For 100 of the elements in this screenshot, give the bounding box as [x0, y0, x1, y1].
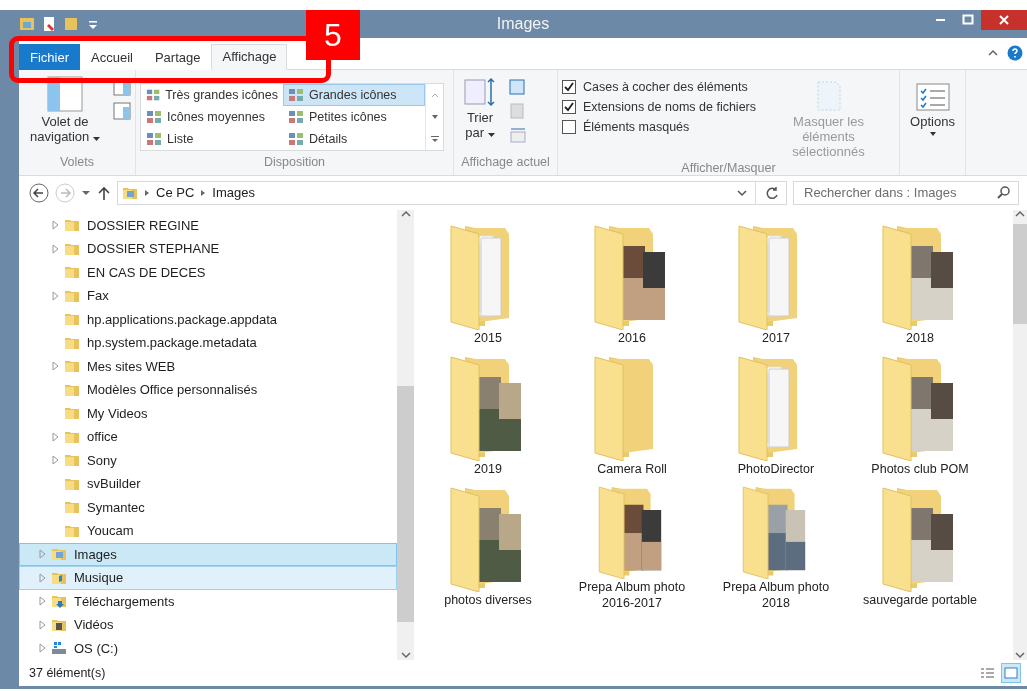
layout-option[interactable]: Détails [283, 127, 425, 150]
tree-item[interactable]: office [19, 425, 397, 449]
folder-name: Camera Roll [596, 460, 668, 477]
checkbox[interactable] [562, 119, 576, 134]
navigation-pane-button[interactable]: Volet de navigation [23, 73, 107, 155]
options-button[interactable]: Options [904, 73, 961, 139]
group-label: Afficher/Masquer [680, 160, 777, 175]
pictures-folder-icon [51, 546, 67, 563]
tree-item[interactable]: Téléchargements [19, 589, 397, 613]
scroll-down-icon [1015, 650, 1025, 660]
folder-name: 2019 [473, 460, 503, 477]
tree-item[interactable]: Vidéos [19, 613, 397, 637]
folder-icon [64, 264, 80, 281]
layout-option[interactable]: Icônes moyennes [141, 105, 283, 128]
expand-arrow-icon [51, 455, 59, 466]
check-icon [563, 100, 575, 113]
scroll-thumb[interactable] [1013, 223, 1027, 324]
tree-item[interactable]: DOSSIER REGINE [19, 213, 397, 237]
option-checkbox[interactable]: Extensions de noms de fichiers [562, 99, 756, 114]
group-label: Affichage actuel [460, 154, 551, 171]
expand-arrow-icon [38, 643, 46, 654]
close-button[interactable] [981, 10, 1027, 30]
file-menu-tab[interactable]: Fichier [19, 43, 80, 70]
sort-by-button[interactable]: Trier par [458, 73, 502, 155]
tree-item[interactable]: Musique [19, 566, 397, 590]
chevron-down-icon [737, 188, 747, 197]
tree-item[interactable]: DOSSIER STEPHANE [19, 237, 397, 261]
large-icons-view-icon [1003, 666, 1019, 680]
expand-arrow-icon [38, 596, 46, 607]
scroll-thumb[interactable] [397, 385, 414, 622]
group-label: Disposition [262, 154, 327, 171]
details-pane-icon [113, 101, 131, 120]
tree-item[interactable]: Modèles Office personnalisés [19, 378, 397, 402]
tree-item[interactable]: Fax [19, 284, 397, 308]
tree-item[interactable]: hp.system.package.metadata [19, 331, 397, 355]
more-icon [430, 134, 439, 143]
group-label: Volets [58, 154, 96, 171]
search-field[interactable]: Rechercher dans : Images [793, 180, 1019, 205]
caret-icon [92, 136, 100, 141]
forward-icon [55, 182, 75, 203]
minimize-icon [936, 19, 945, 21]
layout-option[interactable]: Liste [141, 127, 283, 150]
folder-name: Photos club POM [870, 460, 970, 477]
checkbox[interactable] [562, 79, 576, 94]
folder-name: Prepa Album photo 2018 [721, 578, 831, 611]
caret-icon [928, 130, 937, 137]
folder-name: 2017 [761, 329, 791, 346]
hide-page-icon [814, 79, 843, 112]
downloads-folder-icon [51, 593, 67, 610]
refresh-icon [764, 185, 778, 200]
expand-arrow-icon [51, 431, 59, 442]
up-button[interactable] [97, 184, 111, 201]
address-field[interactable]: Ce PC Images [117, 180, 787, 205]
tree-item[interactable]: OS (C:) [19, 636, 397, 660]
layout-option[interactable]: Grandes icônes [283, 83, 425, 106]
tree-item[interactable]: Images [19, 542, 397, 566]
breadcrumb[interactable]: Ce PC [156, 185, 195, 200]
check-icon [563, 80, 575, 93]
details-view-icon [979, 666, 995, 680]
tree-item[interactable]: Mes sites WEB [19, 354, 397, 378]
expand-arrow-icon [51, 243, 59, 254]
forward-button[interactable] [55, 182, 75, 203]
tree-item[interactable]: Sony [19, 448, 397, 472]
up-arrow-icon [97, 184, 111, 201]
breadcrumb[interactable]: Images [212, 185, 255, 200]
caret-icon [81, 188, 91, 197]
folder-icon [64, 358, 80, 375]
back-icon [29, 182, 49, 203]
tree-item[interactable]: hp.applications.package.appdata [19, 307, 397, 331]
tree-item[interactable]: EN CAS DE DECES [19, 260, 397, 284]
tree-item[interactable]: svBuilder [19, 472, 397, 496]
checkbox[interactable] [562, 99, 576, 114]
view-icon [146, 130, 162, 147]
option-checkbox[interactable]: Cases à cocher des éléments [562, 79, 756, 94]
scrollbar[interactable] [397, 209, 414, 660]
search-icon [997, 186, 1010, 199]
tree-item[interactable]: My Videos [19, 401, 397, 425]
help-icon [1007, 44, 1023, 61]
scrollbar[interactable] [1013, 209, 1027, 660]
expand-arrow-icon [51, 290, 59, 301]
close-icon [998, 14, 1010, 26]
new-folder-icon [63, 15, 79, 32]
recent-locations-button[interactable] [81, 188, 91, 197]
large-icons-view-button[interactable] [1001, 663, 1021, 683]
ribbon-tab[interactable]: Affichage [211, 43, 288, 70]
scroll-down-icon [430, 112, 439, 121]
back-button[interactable] [29, 182, 49, 203]
chevron-icon [144, 188, 150, 197]
layout-option[interactable]: Très grandes icônes [141, 83, 283, 106]
folder-name: Prepa Album photo 2016-2017 [577, 578, 687, 611]
folder-icon [64, 311, 80, 328]
folder-name: sauvegarde portable [862, 591, 978, 608]
folder-icon [64, 499, 80, 516]
caret-icon [487, 132, 495, 137]
folder-name: 2018 [905, 329, 935, 346]
tree-item[interactable]: Symantec [19, 495, 397, 519]
layout-option[interactable]: Petites icônes [283, 105, 425, 128]
folder-name: photos diverses [443, 591, 533, 608]
option-checkbox[interactable]: Éléments masqués [562, 119, 756, 134]
tree-item[interactable]: Youcam [19, 519, 397, 543]
